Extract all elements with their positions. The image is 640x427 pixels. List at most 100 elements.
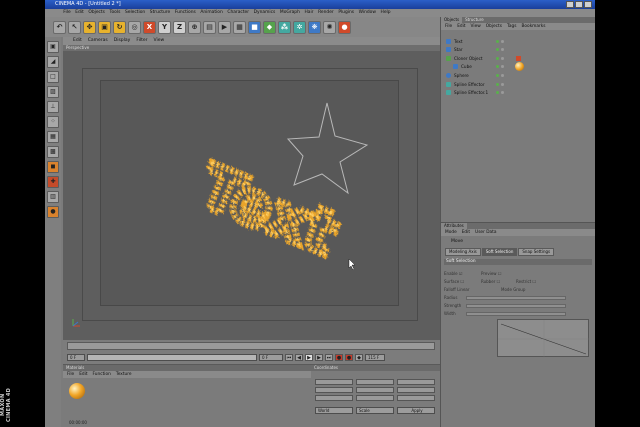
width-slider[interactable] <box>466 312 566 316</box>
cube-icon[interactable]: ■ <box>248 20 261 34</box>
preview-checkbox[interactable]: Preview ☐ <box>481 271 501 276</box>
menu-character[interactable]: Character <box>225 9 251 17</box>
menu-render[interactable]: Render <box>316 9 336 17</box>
light-icon[interactable]: ✺ <box>323 20 336 34</box>
sculpt-icon[interactable]: ● <box>47 206 59 218</box>
object-row-sphere[interactable]: Sphere <box>441 72 595 79</box>
falloff-select[interactable]: Falloff Linear <box>444 287 470 292</box>
viewport-menu-cameras[interactable]: Cameras <box>88 37 108 45</box>
tab-snap-settings[interactable]: Snap Settings <box>518 248 555 256</box>
live-select-icon[interactable]: ◎ <box>128 20 141 34</box>
menu-help[interactable]: Help <box>378 9 393 17</box>
render-settings-icon[interactable]: ▦ <box>233 20 246 34</box>
rotate-icon[interactable]: ↻ <box>113 20 126 34</box>
cloner-icon[interactable]: ⁂ <box>278 20 291 34</box>
record-icon[interactable]: ● <box>335 354 343 361</box>
object-row-spline-effector-1[interactable]: Spline Effector.1 <box>441 89 595 96</box>
menu-objects[interactable]: Objects <box>86 9 107 17</box>
menu-dynamics[interactable]: Dynamics <box>251 9 277 17</box>
animation-mode-icon[interactable]: ◼ <box>47 161 59 173</box>
visibility-dots[interactable] <box>496 74 504 77</box>
coord-system-select[interactable]: World <box>315 407 353 414</box>
menu-animation[interactable]: Animation <box>198 9 225 17</box>
current-frame-field[interactable]: 0 F <box>259 354 283 361</box>
perspective-viewport[interactable]: Text Text <box>63 51 440 340</box>
visibility-dots[interactable] <box>496 91 504 94</box>
menu-functions[interactable]: Functions <box>173 9 199 17</box>
materials-menu-function[interactable]: Function <box>93 371 111 378</box>
timeline-ruler[interactable] <box>67 342 435 350</box>
coordinate-icon[interactable]: ⊕ <box>188 20 201 34</box>
undo-icon[interactable]: ↶ <box>53 20 66 34</box>
objects-menu-view[interactable]: View <box>471 23 481 30</box>
tab-soft-selection[interactable]: Soft Selection <box>481 248 518 256</box>
viewport-menu-edit[interactable]: Edit <box>73 37 82 45</box>
objects-menu-bookmarks[interactable]: Bookmarks <box>521 23 545 30</box>
materials-menu-edit[interactable]: Edit <box>79 371 87 378</box>
nurbs-icon[interactable]: ◆ <box>263 20 276 34</box>
pointer-icon[interactable]: ↖ <box>68 20 81 34</box>
visibility-dots[interactable] <box>496 65 504 68</box>
play-icon[interactable]: ▶ <box>305 354 313 361</box>
timeline-range-slider[interactable] <box>87 354 257 361</box>
restrict-checkbox[interactable]: Restrict ☐ <box>516 279 536 284</box>
render-icon[interactable]: ▶ <box>218 20 231 34</box>
coord-row-y[interactable] <box>315 387 435 393</box>
attributes-menu-edit[interactable]: Edit <box>462 229 470 236</box>
menu-mograph[interactable]: MoGraph <box>278 9 303 17</box>
menu-plugins[interactable]: Plugins <box>336 9 356 17</box>
go-to-end-icon[interactable]: ⏭ <box>325 354 333 361</box>
menu-selection[interactable]: Selection <box>123 9 148 17</box>
strength-field[interactable]: Strength <box>444 303 461 308</box>
objects-menu-edit[interactable]: Edit <box>457 23 465 30</box>
prev-frame-icon[interactable]: ◀ <box>295 354 303 361</box>
make-editable-icon[interactable]: ▣ <box>47 41 59 53</box>
coord-row-x[interactable] <box>315 379 435 385</box>
menu-edit[interactable]: Edit <box>73 9 86 17</box>
timeline-end-field[interactable]: 115 F <box>365 354 385 361</box>
tweak-mode-icon[interactable]: ✚ <box>47 176 59 188</box>
strength-slider[interactable] <box>466 304 566 308</box>
viewport-menu-display[interactable]: Display <box>114 37 131 45</box>
axis-mode-icon[interactable]: ⊥ <box>47 101 59 113</box>
edges-mode-icon[interactable]: ▦ <box>47 131 59 143</box>
x-axis-icon[interactable]: X <box>143 20 156 34</box>
keyframe-icon[interactable]: ◆ <box>355 354 363 361</box>
coord-mode-select[interactable]: Scale <box>356 407 394 414</box>
rubber-checkbox[interactable]: Rubber ☐ <box>481 279 500 284</box>
scale-icon[interactable]: ▣ <box>98 20 111 34</box>
mode-select[interactable]: Mode Group <box>501 287 525 292</box>
attributes-menu-user-data[interactable]: User Data <box>475 229 496 236</box>
visibility-dots[interactable] <box>496 40 504 43</box>
y-axis-icon[interactable]: Y <box>158 20 171 34</box>
close-button[interactable] <box>584 1 592 8</box>
visibility-dots[interactable] <box>496 83 504 86</box>
coord-row-z[interactable] <box>315 395 435 401</box>
menu-hair[interactable]: Hair <box>302 9 316 17</box>
menu-file[interactable]: File <box>61 9 73 17</box>
apply-button[interactable]: Apply <box>397 407 435 414</box>
width-field[interactable]: Width <box>444 311 456 316</box>
materials-menu-file[interactable]: File <box>67 371 74 378</box>
snap-icon[interactable]: ▥ <box>47 191 59 203</box>
texture-mode-icon[interactable]: ▨ <box>47 86 59 98</box>
timeline-start-field[interactable]: 0 F <box>67 354 85 361</box>
scene-icon[interactable]: ❋ <box>308 20 321 34</box>
menu-tools[interactable]: Tools <box>107 9 122 17</box>
autokey-icon[interactable]: ● <box>345 354 353 361</box>
camera-icon[interactable]: ● <box>338 20 351 34</box>
object-row-text[interactable]: Text <box>441 38 595 45</box>
object-row-cube[interactable]: Cube <box>441 62 595 71</box>
points-mode-icon[interactable]: ⁘ <box>47 116 59 128</box>
radius-slider[interactable] <box>466 296 566 300</box>
minimize-button[interactable] <box>566 1 574 8</box>
polygons-mode-icon[interactable]: ▩ <box>47 146 59 158</box>
attributes-menu-mode[interactable]: Mode <box>445 229 457 236</box>
menu-window[interactable]: Window <box>356 9 378 17</box>
objects-menu-file[interactable]: File <box>445 23 452 30</box>
model-mode-icon[interactable]: ◢ <box>47 56 59 68</box>
render-region-icon[interactable]: ▤ <box>203 20 216 34</box>
menu-structure[interactable]: Structure <box>148 9 173 17</box>
falloff-curve-graph[interactable] <box>497 319 590 358</box>
material-swatch[interactable] <box>69 383 85 399</box>
